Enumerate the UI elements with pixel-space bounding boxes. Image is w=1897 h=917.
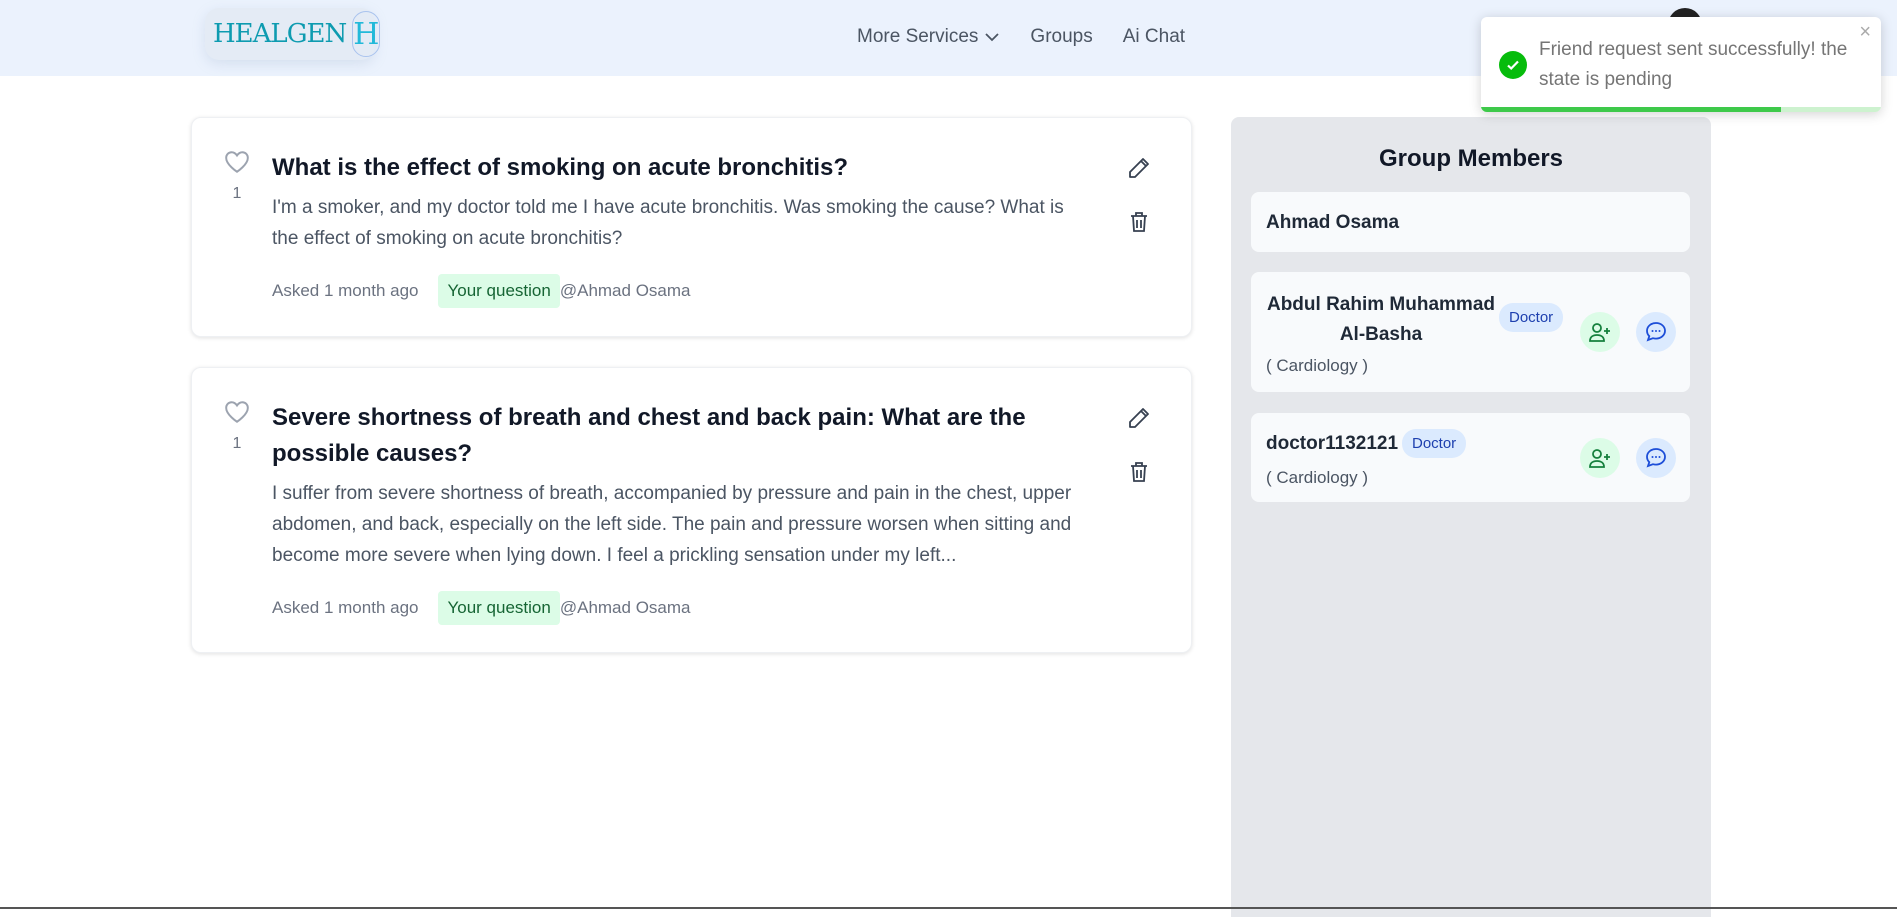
member-name: Abdul Rahim Muhammad Al-Basha (1266, 294, 1495, 345)
add-friend-button[interactable] (1580, 438, 1620, 478)
group-members-panel: Group Members Ahmad Osama Abdul Rahim Mu… (1231, 117, 1711, 917)
nav-more-services[interactable]: More Services (857, 26, 1000, 48)
message-button[interactable] (1636, 438, 1676, 478)
nav-label: More Services (857, 26, 979, 47)
logo-mark: H (352, 11, 381, 57)
member-specialty: ( Cardiology ) (1266, 468, 1369, 487)
your-question-tag: Your question (438, 591, 560, 625)
logo-text: HEALGEN (213, 19, 347, 49)
asked-time: Asked 1 month ago (272, 598, 419, 617)
question-card: 1 Severe shortness of breath and chest a… (191, 367, 1192, 653)
success-toast[interactable]: Friend request sent successfully! the st… (1481, 17, 1881, 112)
member-name: doctor1132121 (1266, 433, 1399, 454)
nav-groups[interactable]: Groups (1030, 26, 1092, 48)
chat-bubble-icon (1646, 448, 1666, 468)
author: @Ahmad Osama (559, 598, 691, 617)
question-title[interactable]: What is the effect of smoking on acute b… (272, 150, 1081, 186)
user-plus-icon (1589, 323, 1610, 342)
trash-icon[interactable] (1127, 460, 1151, 484)
heart-icon[interactable] (224, 150, 250, 174)
question-body: I suffer from severe shortness of breath… (272, 483, 1072, 566)
message-button[interactable] (1636, 312, 1676, 352)
chat-bubble-icon (1646, 322, 1666, 342)
nav-ai-chat[interactable]: Ai Chat (1123, 26, 1185, 48)
heart-icon[interactable] (224, 400, 250, 424)
close-icon[interactable]: × (1859, 21, 1871, 44)
asked-time: Asked 1 month ago (272, 281, 419, 300)
toast-progress (1481, 107, 1881, 112)
question-title[interactable]: Severe shortness of breath and chest and… (272, 400, 1081, 472)
like-count: 1 (232, 185, 242, 202)
member-card[interactable]: doctor1132121 Doctor ( Cardiology ) (1251, 413, 1690, 502)
member-specialty: ( Cardiology ) (1266, 356, 1369, 375)
edit-pencil-icon[interactable] (1127, 156, 1151, 180)
question-body: I'm a smoker, and my doctor told me I ha… (272, 197, 1064, 249)
trash-icon[interactable] (1127, 210, 1151, 234)
check-circle-icon (1499, 51, 1527, 79)
logo[interactable]: HEALGEN H (205, 8, 381, 60)
your-question-tag: Your question (438, 274, 560, 308)
member-card[interactable]: Ahmad Osama (1251, 192, 1690, 252)
member-card[interactable]: Abdul Rahim Muhammad Al-Basha Doctor ( C… (1251, 272, 1690, 392)
doctor-badge: Doctor (1402, 429, 1467, 458)
chevron-down-icon (985, 33, 1000, 42)
member-name: Ahmad Osama (1266, 212, 1400, 233)
question-card: 1 What is the effect of smoking on acute… (191, 117, 1192, 337)
user-plus-icon (1589, 449, 1610, 468)
add-friend-button[interactable] (1580, 312, 1620, 352)
panel-title: Group Members (1378, 145, 1564, 172)
toast-message: Friend request sent successfully! the st… (1539, 39, 1848, 90)
like-count: 1 (232, 435, 242, 452)
author: @Ahmad Osama (559, 281, 691, 300)
doctor-badge: Doctor (1499, 303, 1564, 332)
toast-progress-fill (1481, 107, 1781, 112)
edit-pencil-icon[interactable] (1127, 406, 1151, 430)
